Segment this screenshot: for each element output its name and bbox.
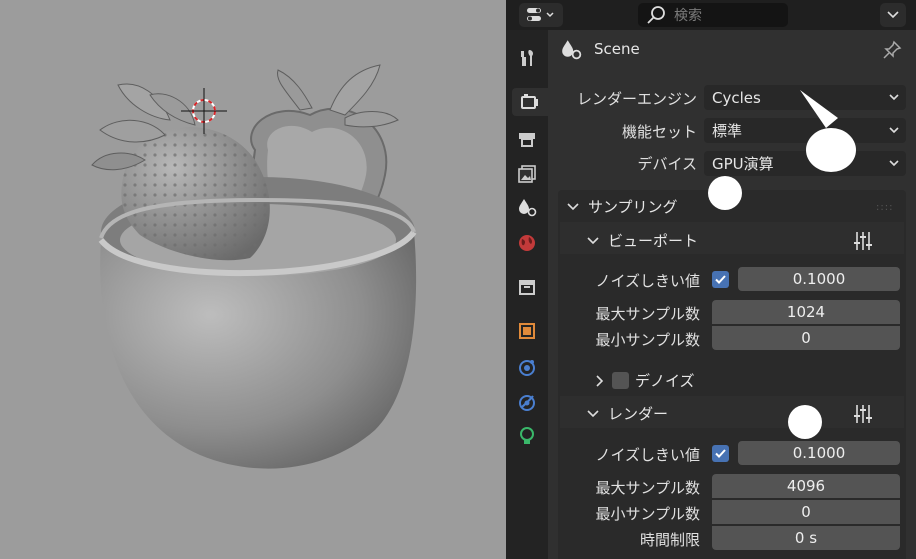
constraints-icon	[519, 395, 535, 411]
r-max-samples-label: 最大サンプル数	[595, 479, 700, 497]
render-subpanel-header[interactable]: レンダー	[586, 403, 668, 424]
output-icon	[519, 133, 535, 147]
r-time-limit-field[interactable]: 0 s	[712, 526, 900, 550]
chevron-down-icon	[887, 11, 899, 19]
context-path: Scene	[548, 30, 916, 70]
vp-noise-threshold-label: ノイズしきい値	[595, 272, 700, 290]
world-icon	[519, 235, 535, 251]
editor-type-button[interactable]	[519, 3, 563, 27]
vp-noise-threshold-field[interactable]: 0.1000	[738, 267, 900, 291]
render-properties-panel: Scene レンダーエンジン Cycles 機能セット 標準 デバイス GPU演…	[548, 30, 916, 559]
tab-constraints[interactable]	[512, 388, 542, 416]
render-subpanel-title: レンダー	[608, 405, 669, 423]
tool-icon	[521, 50, 533, 66]
presets-icon[interactable]	[852, 403, 874, 425]
chevron-down-icon	[567, 202, 579, 210]
properties-tabs	[506, 30, 548, 559]
search-placeholder: 検索	[674, 8, 702, 24]
options-dropdown-button[interactable]	[880, 3, 906, 27]
checkmark-icon	[715, 275, 726, 284]
chevron-down-icon	[889, 127, 899, 134]
viewport-title: ビューポート	[608, 232, 699, 250]
r-min-samples-field[interactable]: 0	[712, 500, 900, 524]
chevron-down-icon	[889, 94, 899, 101]
denoise-subpanel-header[interactable]: デノイズ	[594, 370, 695, 391]
denoise-label: デノイズ	[635, 372, 695, 390]
scene-icon	[562, 40, 582, 60]
tab-physics[interactable]	[512, 353, 542, 381]
feature-set-value: 標準	[712, 122, 743, 140]
pin-icon[interactable]	[882, 40, 902, 60]
tab-data[interactable]	[512, 422, 542, 450]
feature-set-label: 機能セット	[621, 123, 697, 141]
properties-editor-icon	[527, 8, 554, 21]
sampling-header[interactable]: サンプリング	[566, 196, 678, 217]
drag-handle-icon[interactable]: ::::	[876, 202, 893, 213]
r-noise-threshold-field[interactable]: 0.1000	[738, 441, 900, 465]
tab-render[interactable]	[512, 88, 548, 116]
render-engine-value: Cycles	[712, 88, 761, 107]
search-input[interactable]: 検索	[638, 3, 788, 27]
cursor-pointer-icon	[800, 90, 838, 128]
view-layer-icon	[518, 165, 536, 183]
vp-min-samples-field[interactable]: 0	[712, 326, 900, 350]
vp-max-samples-field[interactable]: 1024	[712, 300, 900, 324]
mouse-cursor-marker	[708, 176, 742, 210]
r-noise-threshold-label: ノイズしきい値	[595, 446, 700, 464]
device-value: GPU演算	[712, 155, 774, 173]
object-icon	[519, 323, 535, 339]
r-max-samples-field[interactable]: 4096	[712, 474, 900, 498]
device-label: デバイス	[637, 155, 697, 173]
collection-icon	[519, 280, 535, 295]
tab-output[interactable]	[512, 125, 542, 153]
scene-name: Scene	[594, 40, 640, 58]
denoise-checkbox[interactable]	[612, 372, 629, 389]
r-time-limit-label: 時間制限	[639, 531, 700, 549]
render-icon	[521, 94, 538, 109]
vp-max-samples-label: 最大サンプル数	[595, 305, 700, 323]
checkmark-icon	[715, 449, 726, 458]
3d-cursor-icon	[181, 88, 227, 134]
chevron-down-icon	[587, 409, 599, 417]
device-dropdown[interactable]: GPU演算	[704, 151, 906, 176]
r-noise-threshold-checkbox[interactable]	[712, 445, 729, 462]
viewport-subpanel-header[interactable]: ビューポート	[586, 230, 698, 251]
physics-icon	[519, 360, 535, 376]
tab-view-layer[interactable]	[512, 160, 542, 188]
3d-viewport[interactable]	[0, 0, 506, 559]
properties-editor: 検索 Scene レンダーエンジン Cycles 機能セット 標準 デバイス G…	[506, 0, 916, 559]
tab-collection[interactable]	[512, 273, 542, 301]
sampling-title: サンプリング	[588, 198, 678, 216]
chevron-right-icon	[596, 374, 604, 387]
render-engine-label: レンダーエンジン	[576, 90, 697, 108]
r-min-samples-label: 最小サンプル数	[595, 505, 700, 523]
search-icon	[647, 6, 665, 24]
chevron-down-icon	[889, 160, 899, 167]
chevron-down-icon	[587, 236, 599, 244]
vp-min-samples-label: 最小サンプル数	[595, 331, 700, 349]
strawberry-bowl-model	[91, 64, 417, 469]
data-icon	[520, 427, 534, 444]
vp-noise-threshold-checkbox[interactable]	[712, 271, 729, 288]
mouse-cursor-marker	[788, 405, 822, 439]
tab-world[interactable]	[512, 229, 542, 257]
presets-icon[interactable]	[852, 230, 874, 252]
tab-object[interactable]	[512, 317, 542, 345]
scene-icon	[519, 199, 537, 217]
properties-header: 検索	[506, 0, 916, 30]
tab-scene[interactable]	[512, 193, 542, 221]
tab-tool[interactable]	[512, 44, 542, 72]
